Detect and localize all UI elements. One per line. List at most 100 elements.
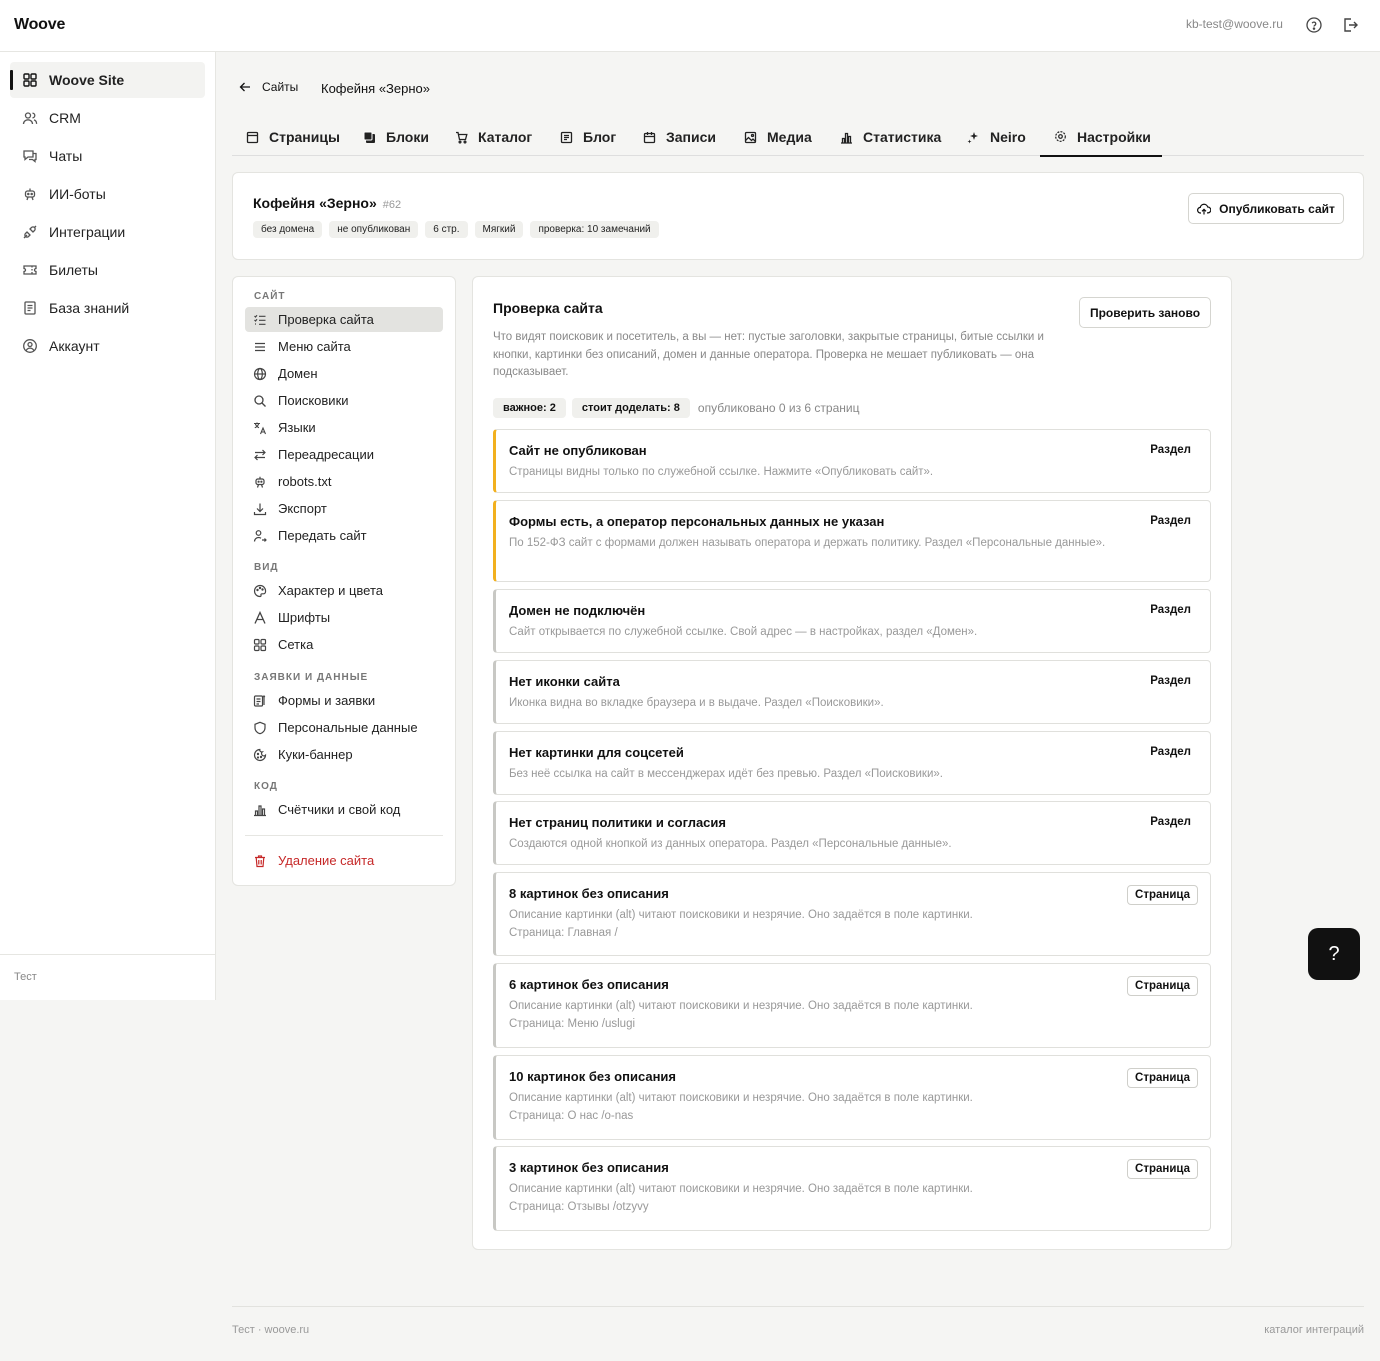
sidebar-item-label: Woove Site [49, 72, 125, 88]
help-button[interactable]: ? [1308, 928, 1360, 980]
menu-item-forms[interactable]: Формы и заявки [245, 688, 443, 713]
menu-item-counters-code[interactable]: Счётчики и свой код [245, 797, 443, 822]
menu-item-grid[interactable]: Сетка [245, 632, 443, 657]
issue-description: По 152-ФЗ сайт с формами должен называть… [509, 537, 1106, 549]
logout-icon[interactable] [1341, 16, 1359, 34]
menu-item-robots-txt[interactable]: robots.txt [245, 469, 443, 494]
gear-icon [1054, 130, 1077, 143]
go-to-section-link[interactable]: Раздел [1150, 604, 1191, 616]
menu-item-site-check[interactable]: Проверка сайта [245, 307, 443, 332]
sidebar-item-label: ИИ-боты [49, 186, 106, 202]
tab-settings[interactable]: Настройки [1040, 118, 1162, 157]
sidebar-item-label: База знаний [49, 300, 130, 316]
sparkle-icon [967, 131, 990, 144]
tab-blocks[interactable]: Блоки [349, 118, 443, 156]
back-link-label: Сайты [262, 80, 299, 94]
site-check-panel: Проверка сайта Что видят поисковик и пос… [472, 276, 1232, 1250]
bar-chart-icon [840, 131, 863, 144]
issue-page-ref: Страница: О нас /o-nas [509, 1110, 634, 1122]
footer-left-text: Тест · woove.ru [232, 1324, 310, 1336]
menu-item-label: Переадресации [278, 447, 375, 462]
issue-description: Описание картинки (alt) читают поисковик… [509, 1183, 973, 1195]
menu-item-delete-site[interactable]: Удаление сайта [245, 848, 443, 873]
sidebar-item-account[interactable]: Аккаунт [10, 328, 205, 364]
issue-card: Нет иконки сайта Иконка видна во вкладке… [493, 660, 1211, 724]
menu-item-languages[interactable]: Языки [245, 415, 443, 440]
issue-description: Создаются одной кнопкой из данных операт… [509, 838, 952, 850]
menu-item-personal-data[interactable]: Персональные данные [245, 715, 443, 740]
go-to-section-link[interactable]: Раздел [1150, 515, 1191, 527]
menu-item-character-colors[interactable]: Характер и цвета [245, 578, 443, 603]
robot-icon [253, 475, 267, 489]
translate-icon [253, 421, 267, 435]
go-to-section-link[interactable]: Раздел [1150, 444, 1191, 456]
go-to-section-link[interactable]: Раздел [1150, 675, 1191, 687]
bar-chart-icon [253, 803, 267, 817]
users-icon [22, 110, 38, 126]
tab-neiro[interactable]: Neiro [953, 118, 1040, 156]
issue-card: Нет картинки для соцсетей Без неё ссылка… [493, 731, 1211, 795]
book-icon [22, 300, 38, 316]
menu-item-cookie-banner[interactable]: Куки-баннер [245, 742, 443, 767]
font-icon [253, 610, 267, 625]
cart-icon [455, 131, 478, 144]
back-link[interactable]: Сайты [238, 80, 298, 94]
todo-count-pill[interactable]: стоит доделать: 8 [571, 398, 690, 418]
issue-title: 6 картинок без описания [509, 977, 669, 992]
menu-item-site-menu[interactable]: Меню сайта [245, 334, 443, 359]
go-to-page-button[interactable]: Страница [1127, 1159, 1198, 1179]
sidebar-item-tickets[interactable]: Билеты [10, 252, 205, 288]
menu-item-transfer-site[interactable]: Передать сайт [245, 523, 443, 548]
menu-item-label: Персональные данные [278, 720, 418, 735]
go-to-page-button[interactable]: Страница [1127, 885, 1198, 905]
tab-media[interactable]: Медиа [730, 118, 826, 156]
checklist-icon [253, 313, 267, 327]
swap-arrows-icon [253, 448, 267, 462]
tab-catalog[interactable]: Каталог [441, 118, 546, 156]
section-label-forms-data: ЗАЯВКИ И ДАННЫЕ [254, 672, 369, 683]
user-email[interactable]: kb-test@woove.ru [1186, 17, 1283, 31]
site-name-text: Кофейня «Зерно» [253, 195, 377, 211]
status-badge: без домена [253, 221, 323, 238]
issue-card: 6 картинок без описания Описание картинк… [493, 963, 1211, 1048]
go-to-page-button[interactable]: Страница [1127, 1068, 1198, 1088]
publish-site-button[interactable]: Опубликовать сайт [1188, 193, 1344, 224]
user-transfer-icon [253, 529, 267, 543]
sidebar-item-knowledge-base[interactable]: База знаний [10, 290, 205, 326]
sidebar-item-woove-site[interactable]: Woove Site [10, 62, 205, 98]
integrations-catalog-link[interactable]: каталог интеграций [1264, 1324, 1364, 1336]
go-to-page-button[interactable]: Страница [1127, 976, 1198, 996]
tab-bookings[interactable]: Записи [629, 118, 730, 156]
sidebar-item-crm[interactable]: CRM [10, 100, 205, 136]
menu-item-label: Домен [278, 366, 318, 381]
menu-item-redirects[interactable]: Переадресации [245, 442, 443, 467]
menu-item-label: Меню сайта [278, 339, 351, 354]
user-circle-icon [22, 338, 38, 354]
panel-description: Что видят поисковик и посетитель, а вы —… [493, 331, 1044, 378]
issue-title: 3 картинок без описания [509, 1160, 669, 1175]
shield-icon [253, 721, 267, 735]
menu-item-domain[interactable]: Домен [245, 361, 443, 386]
tab-label: Блог [583, 129, 617, 145]
menu-item-search-engines[interactable]: Поисковики [245, 388, 443, 413]
tab-statistics[interactable]: Статистика [826, 118, 955, 156]
go-to-section-link[interactable]: Раздел [1150, 746, 1191, 758]
logo[interactable]: Woove [14, 16, 65, 34]
help-circle-icon[interactable] [1305, 16, 1323, 34]
download-icon [253, 502, 267, 516]
tab-pages[interactable]: Страницы [232, 118, 354, 156]
sidebar-item-ai-bots[interactable]: ИИ-боты [10, 176, 205, 212]
bot-icon [22, 186, 38, 202]
important-count-pill[interactable]: важное: 2 [493, 398, 566, 418]
sidebar-item-integrations[interactable]: Интеграции [10, 214, 205, 250]
issue-card: Нет страниц политики и согласия Создаютс… [493, 801, 1211, 865]
tab-blog[interactable]: Блог [546, 118, 630, 156]
recheck-button[interactable]: Проверить заново [1079, 297, 1211, 328]
sidebar-item-chats[interactable]: Чаты [10, 138, 205, 174]
menu-item-fonts[interactable]: Шрифты [245, 605, 443, 630]
status-badge[interactable]: проверка: 10 замечаний [530, 221, 659, 238]
issue-card: Домен не подключён Сайт открывается по с… [493, 589, 1211, 653]
go-to-section-link[interactable]: Раздел [1150, 816, 1191, 828]
issue-card: Сайт не опубликован Страницы видны тольк… [493, 429, 1211, 493]
menu-item-export[interactable]: Экспорт [245, 496, 443, 521]
